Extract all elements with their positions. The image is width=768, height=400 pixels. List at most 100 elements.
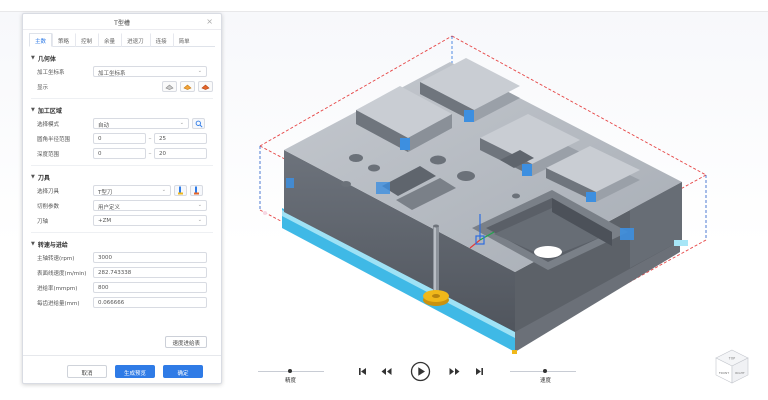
speed-slider-handle[interactable] — [543, 369, 547, 373]
view-cube[interactable]: TOP FRONT RIGHT — [712, 346, 752, 386]
panel-tabs: 主数 策略 控制 余量 进退刀 连接 简单 — [29, 33, 215, 47]
tab-simple[interactable]: 简单 — [172, 33, 196, 47]
display-label: 显示 — [37, 84, 49, 91]
region-section-header[interactable]: ▼ 加工区域 — [31, 104, 213, 116]
tool-select-row: 选择刀具 T型刀 ⌄ — [37, 183, 213, 198]
tab-stock[interactable]: 余量 — [98, 33, 121, 47]
params-row: 切削参数 用户定义 ⌄ — [37, 198, 213, 213]
radius-label: 圆角半径范围 — [37, 136, 71, 143]
axis-row: 刀轴 +ZM ⌄ — [37, 213, 213, 228]
tab-control[interactable]: 控制 — [75, 33, 98, 47]
tool-select-label: 选择刀具 — [37, 188, 60, 195]
region-section: ▼ 加工区域 选择模式 自动 ⌄ 圆角半径范围 0 – 25 深度范围 0 – … — [31, 104, 213, 161]
tab-link[interactable]: 连接 — [149, 33, 173, 47]
collapse-caret-icon: ▼ — [31, 107, 35, 113]
feed-label: 进给率(mmpm) — [37, 285, 78, 292]
play-icon[interactable] — [410, 361, 431, 382]
rewind-icon[interactable] — [381, 367, 392, 376]
divider — [31, 165, 213, 166]
axis-select-value: +ZM — [98, 218, 112, 224]
radius-max-input[interactable]: 25 — [154, 133, 207, 144]
tool-section: ▼ 刀具 选择刀具 T型刀 ⌄ 切削参数 用户定义 ⌄ 刀轴 +ZM ⌄ — [31, 171, 213, 228]
depth-row: 深度范围 0 – 20 — [37, 146, 213, 161]
tab-strategy[interactable]: 策略 — [52, 33, 75, 47]
tool-section-header[interactable]: ▼ 刀具 — [31, 171, 213, 183]
tool-add-icon — [193, 186, 199, 195]
display-stock-button[interactable] — [198, 81, 213, 92]
search-icon — [195, 120, 203, 128]
surface-input[interactable]: 282.743338 — [93, 267, 207, 278]
depth-max-input[interactable]: 20 — [154, 148, 207, 159]
range-dash: – — [148, 135, 152, 142]
tool-select[interactable]: T型刀 ⌄ — [93, 185, 171, 196]
params-label: 切削参数 — [37, 203, 60, 210]
coord-label: 加工坐标系 — [37, 69, 65, 76]
ok-button[interactable]: 确定 — [163, 365, 203, 378]
mode-label: 选择模式 — [37, 121, 60, 128]
spindle-label: 主轴转速(rpm) — [37, 255, 75, 262]
coord-row: 加工坐标系 加工坐标系 ⌄ — [37, 64, 213, 79]
mode-select-value: 自动 — [98, 123, 110, 129]
coord-select-value: 加工坐标系 — [98, 71, 126, 77]
new-tool-button[interactable] — [190, 185, 203, 196]
spindle-row: 主轴转速(rpm) 3000 — [37, 250, 213, 265]
collapse-caret-icon: ▼ — [31, 174, 35, 180]
chevron-down-icon: ⌄ — [197, 68, 202, 74]
speed-section-header[interactable]: ▼ 转速与进给 — [31, 238, 213, 250]
close-icon[interactable]: × — [206, 17, 213, 26]
range-dash: – — [148, 150, 152, 157]
tab-lead[interactable]: 进退刀 — [121, 33, 150, 47]
coord-select[interactable]: 加工坐标系 ⌄ — [93, 66, 207, 77]
mode-select[interactable]: 自动 ⌄ — [93, 118, 189, 129]
tab-main[interactable]: 主数 — [29, 33, 53, 47]
chevron-down-icon: ⌄ — [197, 217, 202, 223]
cancel-button[interactable]: 取消 — [67, 365, 107, 378]
collapse-caret-icon: ▼ — [31, 241, 35, 247]
axis-select[interactable]: +ZM ⌄ — [93, 215, 207, 226]
pick-region-button[interactable] — [192, 118, 205, 129]
skip-start-icon[interactable] — [358, 367, 367, 376]
radius-row: 圆角半径范围 0 – 25 — [37, 131, 213, 146]
geometry-section: ▼ 几何体 加工坐标系 加工坐标系 ⌄ 显示 — [31, 52, 213, 94]
feed-row: 进给率(mmpm) 800 — [37, 280, 213, 295]
skip-end-icon[interactable] — [475, 367, 484, 376]
tool-title: 刀具 — [37, 174, 50, 182]
speed-feed-table-button[interactable]: 速度进给表 — [165, 336, 207, 348]
panel-title: T型槽 — [114, 20, 130, 27]
cube-front-label: FRONT — [719, 371, 729, 375]
divider — [31, 98, 213, 99]
speed-title: 转速与进给 — [37, 241, 68, 249]
spindle-input[interactable]: 3000 — [93, 252, 207, 263]
tool-library-button[interactable] — [174, 185, 187, 196]
chevron-down-icon: ⌄ — [179, 120, 184, 126]
operation-panel: T型槽 × 主数 策略 控制 余量 进退刀 连接 简单 ▼ 几何体 加工坐标系 … — [22, 13, 222, 384]
tooth-label: 每齿进给量(mm) — [37, 300, 80, 307]
tooth-row: 每齿进给量(mm) 0.066666 — [37, 295, 213, 310]
display-shaded-button[interactable] — [180, 81, 195, 92]
panel-footer: 取消 生成预览 确定 — [23, 355, 221, 383]
tool-select-value: T型刀 — [98, 190, 113, 196]
cube-right-label: RIGHT — [735, 371, 745, 375]
fast-forward-icon[interactable] — [449, 367, 460, 376]
depth-min-input[interactable]: 0 — [93, 148, 146, 159]
feed-input[interactable]: 800 — [93, 282, 207, 293]
precision-label: 精度 — [285, 378, 297, 384]
cube-top-label: TOP — [728, 357, 735, 361]
part-outline-icon — [165, 84, 174, 90]
stock-icon — [201, 84, 210, 90]
axis-label: 刀轴 — [37, 218, 49, 225]
panel-header: T型槽 × — [23, 14, 221, 30]
geometry-section-header[interactable]: ▼ 几何体 — [31, 52, 213, 64]
chevron-down-icon: ⌄ — [161, 187, 166, 193]
display-wireframe-button[interactable] — [162, 81, 177, 92]
precision-slider-handle[interactable] — [288, 369, 292, 373]
params-select-value: 用户定义 — [98, 205, 121, 211]
mode-row: 选择模式 自动 ⌄ — [37, 116, 213, 131]
geometry-title: 几何体 — [37, 55, 56, 63]
surface-label: 表面线速度(m/min) — [37, 270, 87, 277]
params-select[interactable]: 用户定义 ⌄ — [93, 200, 207, 211]
tool-icon — [177, 186, 183, 195]
radius-min-input[interactable]: 0 — [93, 133, 146, 144]
preview-button[interactable]: 生成预览 — [115, 365, 155, 378]
tooth-input[interactable]: 0.066666 — [93, 297, 207, 308]
